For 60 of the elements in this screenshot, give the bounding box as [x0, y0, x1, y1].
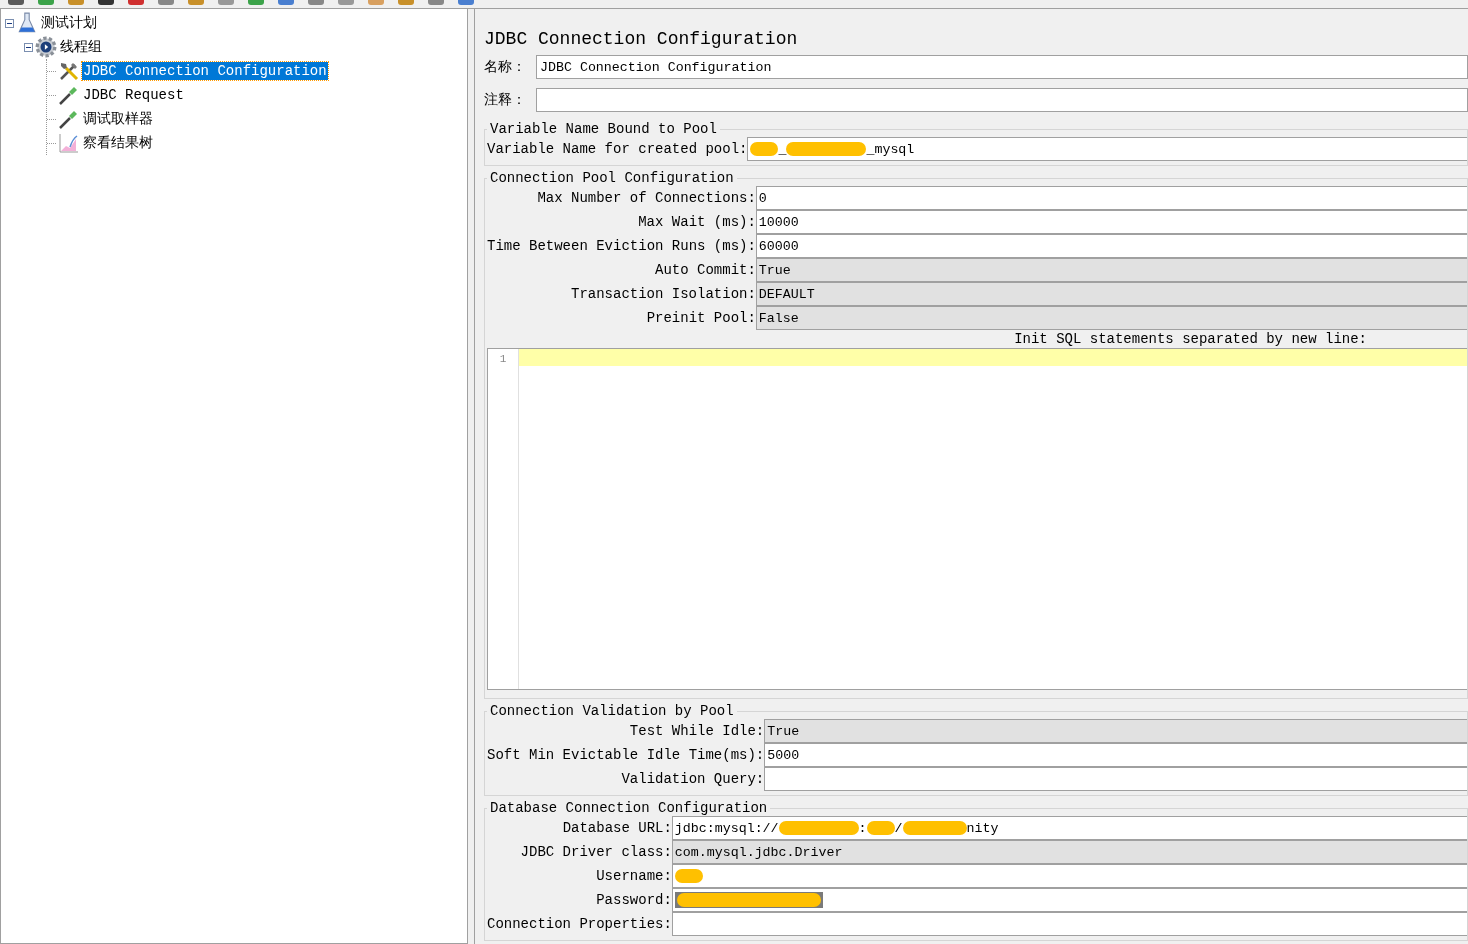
field-label: Password:	[595, 891, 672, 910]
field-label: Time Between Eviction Runs (ms):	[487, 237, 756, 256]
field-label: Max Number of Connections:	[536, 189, 756, 208]
redaction-mark	[866, 821, 895, 835]
dropper-icon	[58, 108, 80, 130]
dropdown-field[interactable]: False	[755, 306, 1467, 330]
text-field[interactable]: 5000	[764, 743, 1467, 767]
redaction-mark	[902, 821, 967, 835]
field-label: Validation Query:	[620, 770, 765, 789]
password-field[interactable]	[671, 888, 1467, 912]
field-label: Variable Name for created pool:	[487, 140, 748, 159]
section-title: Connection Pool Configuration	[489, 170, 735, 186]
field-label: Auto Commit:	[654, 261, 756, 280]
redaction-mark	[750, 142, 779, 156]
text-field[interactable]: 10000	[755, 210, 1467, 234]
field-label: Database URL:	[561, 819, 672, 838]
field-label: Soft Min Evictable Idle Time(ms):	[487, 746, 765, 765]
comment-label: 注释：	[484, 91, 527, 109]
text-field[interactable]	[671, 912, 1467, 936]
field-label: JDBC Driver class:	[519, 843, 672, 862]
field-label: Connection Properties:	[487, 915, 672, 934]
text-field[interactable]: jdbc:mysql:// : / nity	[671, 816, 1467, 840]
text-field[interactable]: 0	[755, 186, 1467, 210]
tree-item[interactable]: 测试计划	[40, 13, 98, 33]
field-label: Max Wait (ms):	[637, 213, 756, 232]
editor-label: Init SQL statements separated by new line:	[1013, 330, 1368, 348]
name-field[interactable]: JDBC Connection Configuration	[536, 55, 1468, 79]
section-title: Connection Validation by Pool	[489, 703, 735, 719]
text-field[interactable]	[764, 767, 1467, 791]
comment-field[interactable]	[536, 88, 1468, 112]
flask-icon	[16, 12, 38, 34]
text-field[interactable]: _ _mysql	[747, 137, 1467, 161]
tree-item[interactable]: 线程组	[59, 37, 103, 57]
section-title: Database Connection Configuration	[489, 800, 769, 816]
field-label: Test While Idle:	[628, 722, 765, 741]
dropper-icon	[58, 84, 80, 106]
dropdown-field[interactable]: True	[755, 258, 1467, 282]
chart-icon	[58, 132, 80, 154]
line-number: 1	[498, 353, 508, 365]
tree-item[interactable]: JDBC Connection Configuration	[82, 62, 328, 80]
tree-item[interactable]: 察看结果树	[82, 133, 154, 153]
dropdown-field[interactable]: True	[764, 719, 1467, 743]
redaction-mark	[674, 869, 703, 883]
field-label: Preinit Pool:	[645, 309, 756, 328]
panel-title: JDBC Connection Configuration	[484, 29, 799, 49]
tree-item[interactable]: JDBC Request	[82, 86, 185, 104]
sql-editor[interactable]: 1	[487, 348, 1467, 690]
section-title: Variable Name Bound to Pool	[489, 121, 718, 137]
text-field[interactable]	[671, 864, 1467, 888]
collapse-icon[interactable]	[5, 18, 14, 28]
dropdown-field[interactable]: DEFAULT	[755, 282, 1467, 306]
field-label: Username:	[595, 867, 672, 886]
text-field[interactable]: 60000	[755, 234, 1467, 258]
field-label: Transaction Isolation:	[570, 285, 756, 304]
gear-icon	[35, 36, 57, 58]
tree-item[interactable]: 调试取样器	[82, 109, 154, 129]
name-label: 名称：	[484, 58, 527, 76]
dropdown-field[interactable]: com.mysql.jdbc.Driver	[671, 840, 1467, 864]
collapse-icon[interactable]	[24, 42, 33, 52]
tools-icon	[58, 60, 80, 82]
